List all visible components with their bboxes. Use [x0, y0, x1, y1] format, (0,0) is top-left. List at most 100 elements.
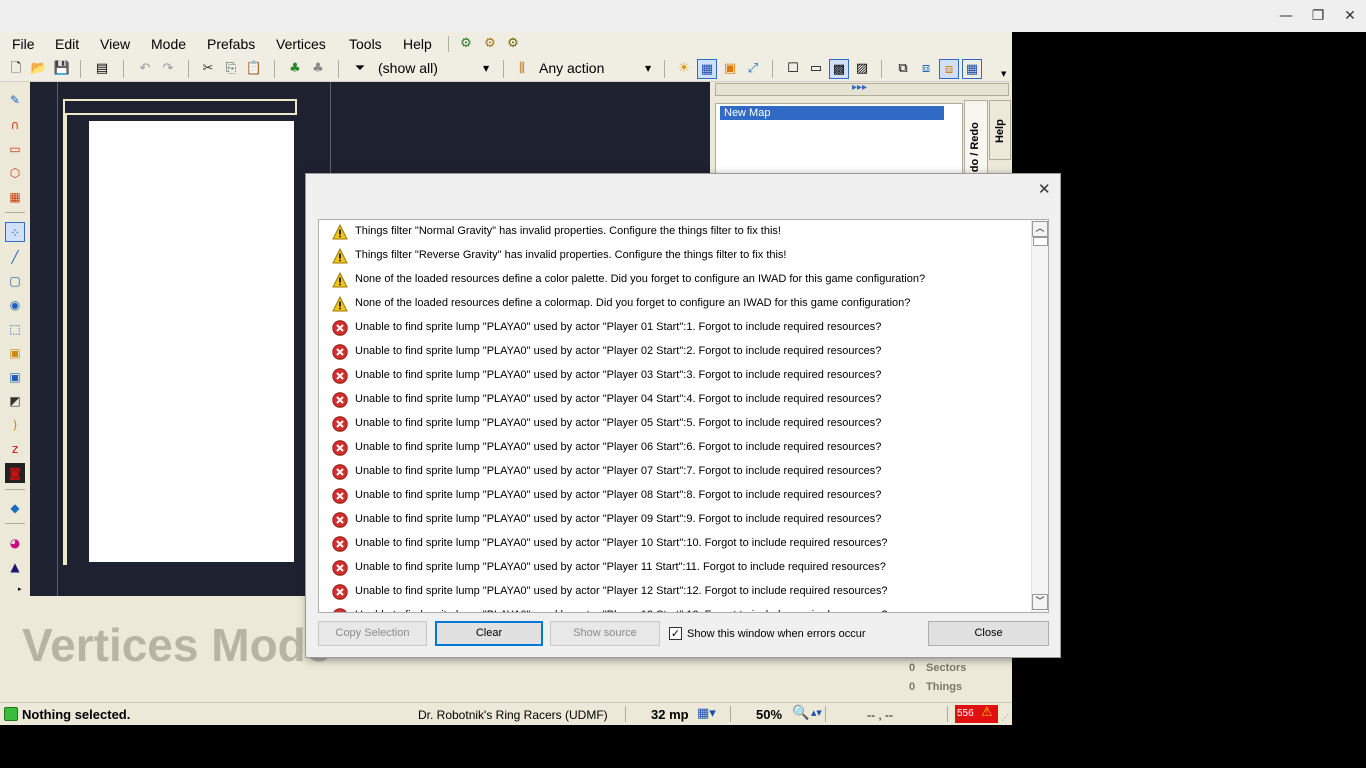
fullscreen-icon[interactable]: ⤢: [743, 59, 763, 79]
menu-mode[interactable]: Mode: [151, 36, 186, 52]
restore-icon[interactable]: ❐: [1308, 6, 1328, 26]
grid-icon[interactable]: ▦: [697, 59, 717, 79]
menu-edit[interactable]: Edit: [55, 36, 79, 52]
list-item[interactable]: Unable to find sprite lump "PLAYA0" used…: [319, 484, 1031, 508]
color-wheel-icon[interactable]: ◕: [5, 533, 25, 553]
list-item[interactable]: Things filter "Reverse Gravity" has inva…: [319, 244, 1031, 268]
list-item[interactable]: Unable to find sprite lump "PLAYA0" used…: [319, 460, 1031, 484]
list-item[interactable]: Unable to find sprite lump "PLAYA0" used…: [319, 436, 1031, 460]
show-window-checkbox[interactable]: ✓: [669, 627, 682, 640]
autostitch-icon[interactable]: ⧈: [939, 59, 959, 79]
view-ceiling-icon[interactable]: ▨: [852, 59, 872, 79]
cube-icon[interactable]: ◆: [5, 498, 25, 518]
linedefs-mode-icon[interactable]: ╱: [5, 247, 25, 267]
error-indicator[interactable]: 556 ⚠: [955, 705, 998, 723]
list-item[interactable]: None of the loaded resources define a co…: [319, 292, 1031, 316]
list-item[interactable]: Unable to find sprite lump "PLAYA0" used…: [319, 604, 1031, 612]
draw-rectangle-icon[interactable]: ▭: [5, 139, 25, 159]
filter-combo[interactable]: (show all): [378, 60, 438, 76]
brightness-icon[interactable]: ☀: [674, 59, 694, 79]
view-brightness-icon[interactable]: ▭: [806, 59, 826, 79]
edit-selection-icon[interactable]: ⬚: [5, 319, 25, 339]
chevron-down-icon[interactable]: ▼: [483, 64, 489, 73]
clear-button[interactable]: Clear: [435, 621, 543, 646]
vertices-mode-icon[interactable]: ⁘: [5, 222, 25, 242]
paste-icon[interactable]: 📋: [244, 59, 264, 79]
filter-icon[interactable]: ⏷: [350, 59, 370, 79]
scroll-thumb[interactable]: [1033, 237, 1048, 246]
action-filter-icon[interactable]: ⫼: [512, 59, 532, 79]
close-button[interactable]: Close: [928, 621, 1049, 646]
undo-history-list[interactable]: New Map: [715, 103, 963, 183]
terrain-icon[interactable]: ▲: [5, 557, 25, 577]
redo-icon[interactable]: ↷: [158, 59, 178, 79]
script-test-icon[interactable]: ⚙: [503, 34, 523, 54]
map-options-icon[interactable]: ▤: [92, 59, 112, 79]
menu-help[interactable]: Help: [403, 36, 432, 52]
draw-grid-icon[interactable]: ▦: [5, 187, 25, 207]
open-map-icon[interactable]: 📂: [29, 59, 49, 79]
merge-geometry-icon[interactable]: ⧉: [893, 59, 913, 79]
sectors-mode-icon[interactable]: ▢: [5, 271, 25, 291]
snap-grid-icon[interactable]: ▦: [962, 59, 982, 79]
list-item[interactable]: Unable to find sprite lump "PLAYA0" used…: [319, 388, 1031, 412]
zoom-dropdown-icon[interactable]: ▲▼: [811, 709, 822, 717]
draw-lines-icon[interactable]: ✎: [5, 90, 25, 110]
view-normal-icon[interactable]: ☐: [783, 59, 803, 79]
tree-gray-icon[interactable]: ♣: [308, 59, 328, 79]
comments-icon[interactable]: ▣: [720, 59, 740, 79]
menu-prefabs[interactable]: Prefabs: [207, 36, 255, 52]
scroll-up-icon[interactable]: ︿: [1032, 221, 1048, 237]
chevron-down-icon[interactable]: ▼: [645, 64, 651, 73]
list-item[interactable]: Unable to find sprite lump "PLAYA0" used…: [319, 580, 1031, 604]
copy-selection-button[interactable]: Copy Selection: [318, 621, 427, 646]
view-floor-icon[interactable]: ▩: [829, 59, 849, 79]
zoom-icon[interactable]: 🔍: [792, 705, 809, 721]
menu-file[interactable]: File: [12, 36, 35, 52]
strip-expand-icon[interactable]: ▸: [18, 585, 22, 593]
menu-view[interactable]: View: [100, 36, 130, 52]
grid-size-icon[interactable]: ▦▾: [697, 706, 716, 721]
list-scrollbar[interactable]: ︿ ﹀: [1031, 220, 1048, 612]
show-source-button[interactable]: Show source: [550, 621, 660, 646]
undo-icon[interactable]: ↶: [135, 59, 155, 79]
sound-environment-icon[interactable]: z: [5, 439, 25, 459]
list-item[interactable]: Unable to find sprite lump "PLAYA0" used…: [319, 340, 1031, 364]
cut-icon[interactable]: ✂: [198, 59, 218, 79]
history-item[interactable]: New Map: [720, 106, 944, 120]
list-item[interactable]: None of the loaded resources define a co…: [319, 268, 1031, 292]
toolbar-overflow-icon[interactable]: ▼: [1001, 70, 1006, 78]
new-map-icon[interactable]: 🗋: [6, 59, 26, 79]
list-item[interactable]: Unable to find sprite lump "PLAYA0" used…: [319, 556, 1031, 580]
sound-propagation-icon[interactable]: ): [5, 415, 25, 435]
split-linedefs-icon[interactable]: ⧈: [916, 59, 936, 79]
error-list[interactable]: Things filter "Normal Gravity" has inval…: [318, 219, 1049, 613]
menu-vertices[interactable]: Vertices: [276, 36, 326, 52]
list-item[interactable]: Unable to find sprite lump "PLAYA0" used…: [319, 412, 1031, 436]
list-item[interactable]: Things filter "Normal Gravity" has inval…: [319, 220, 1031, 244]
script-edit-icon[interactable]: ⚙: [480, 34, 500, 54]
scroll-down-icon[interactable]: ﹀: [1032, 594, 1048, 610]
draw-curve-icon[interactable]: ∩: [5, 115, 25, 135]
make-door-icon[interactable]: ◩: [5, 391, 25, 411]
thing-icon[interactable]: ◙: [5, 463, 25, 483]
list-item[interactable]: Unable to find sprite lump "PLAYA0" used…: [319, 508, 1031, 532]
save-map-icon[interactable]: 💾: [52, 59, 72, 79]
list-item[interactable]: Unable to find sprite lump "PLAYA0" used…: [319, 532, 1031, 556]
tab-undo-redo[interactable]: ndo / Redo: [964, 100, 988, 182]
dialog-close-icon[interactable]: ✕: [1038, 180, 1051, 198]
list-item[interactable]: Unable to find sprite lump "PLAYA0" used…: [319, 364, 1031, 388]
visual-mode-icon[interactable]: ▣: [5, 343, 25, 363]
script-run-icon[interactable]: ⚙: [456, 34, 476, 54]
things-mode-icon[interactable]: ◉: [5, 295, 25, 315]
docker-collapse-bar[interactable]: ▸▸▸: [715, 82, 1009, 96]
list-item[interactable]: Unable to find sprite lump "PLAYA0" used…: [319, 316, 1031, 340]
action-combo[interactable]: Any action: [539, 60, 604, 76]
resize-grip-icon[interactable]: ⋰: [1001, 713, 1009, 722]
draw-ellipse-icon[interactable]: ⬡: [5, 163, 25, 183]
close-window-icon[interactable]: ✕: [1340, 6, 1360, 26]
minimize-icon[interactable]: —: [1276, 6, 1296, 26]
tree-icon[interactable]: ♣: [285, 59, 305, 79]
copy-icon[interactable]: ⎘: [221, 59, 241, 79]
tab-help[interactable]: Help: [989, 100, 1011, 160]
